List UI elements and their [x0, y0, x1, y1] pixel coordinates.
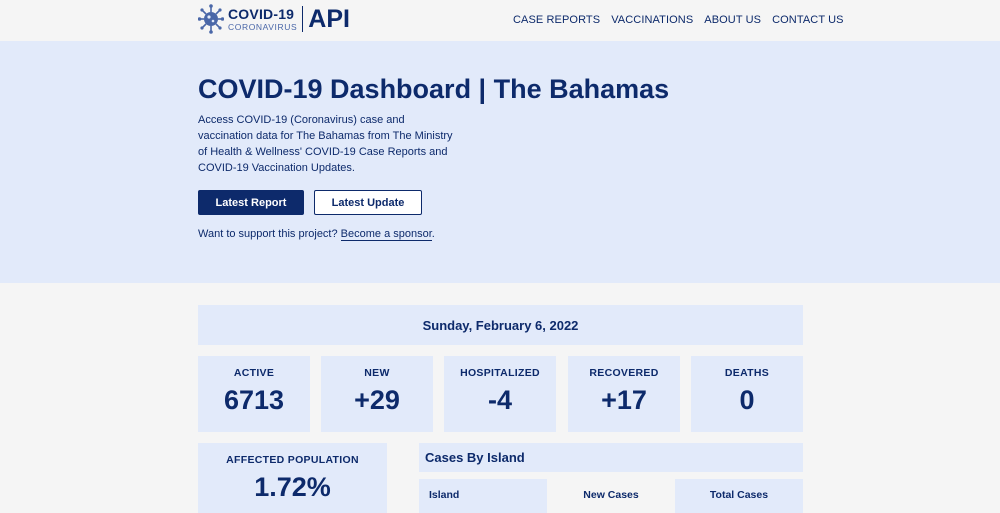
logo-api: API [308, 4, 350, 33]
nav-contact-us[interactable]: CONTACT US [772, 14, 844, 26]
stat-new: NEW +29 [321, 356, 433, 432]
stat-value: -4 [487, 385, 512, 415]
nav-case-reports[interactable]: CASE REPORTS [513, 14, 600, 26]
stat-deaths: DEATHS 0 [691, 356, 803, 432]
support-end: . [431, 228, 435, 240]
affected-population-card: AFFECTED POPULATION 1.72% [198, 443, 387, 513]
logo-subtitle: CORONAVIRUS [228, 21, 298, 32]
hero-description: Access COVID-19 (Coronavirus) case and v… [198, 114, 453, 174]
column-header-total-cases[interactable]: Total Cases [675, 479, 803, 513]
cases-by-island-title: Cases By Island [425, 450, 525, 465]
logo-wordmark: COVID-19 CORONAVIRUS [228, 7, 297, 32]
column-header-new-cases[interactable]: New Cases [547, 479, 675, 513]
hero-section: COVID-19 Dashboard | The Bahamas Access … [0, 41, 1000, 283]
stat-recovered: RECOVERED +17 [568, 356, 680, 432]
report-date: Sunday, February 6, 2022 [198, 305, 803, 345]
stat-hospitalized: HOSPITALIZED -4 [444, 356, 556, 432]
nav-vaccinations[interactable]: VACCINATIONS [611, 14, 693, 26]
stat-value: +29 [354, 385, 400, 415]
become-sponsor-link[interactable]: Become a sponsor [340, 228, 432, 241]
logo-divider [302, 6, 304, 32]
page-title: COVID-19 Dashboard | The Bahamas [198, 74, 670, 104]
column-header-island[interactable]: Island [419, 479, 547, 513]
affected-label: AFFECTED POPULATION [226, 454, 359, 466]
latest-update-button[interactable]: Latest Update [314, 190, 422, 215]
stat-label: ACTIVE [233, 367, 275, 379]
support-prompt: Want to support this project? [198, 228, 338, 240]
site-logo[interactable]: COVID-19 CORONAVIRUS API [198, 4, 350, 34]
top-bar: COVID-19 CORONAVIRUS API CASE REPORTS VA… [0, 0, 1000, 41]
affected-value: 1.72% [254, 472, 331, 502]
latest-report-button[interactable]: Latest Report [198, 190, 304, 215]
logo-title: COVID-19 [228, 5, 295, 22]
stat-label: RECOVERED [589, 367, 659, 379]
cases-by-island-header: Cases By Island [419, 443, 803, 472]
support-text: Want to support this project? Become a s… [198, 228, 435, 241]
stat-value: 0 [739, 385, 755, 415]
stat-label: DEATHS [724, 367, 770, 379]
stat-value: 6713 [223, 385, 285, 415]
nav-about-us[interactable]: ABOUT US [704, 14, 761, 26]
stat-label: HOSPITALIZED [460, 367, 540, 379]
main-nav: CASE REPORTS VACCINATIONS ABOUT US CONTA… [513, 14, 855, 26]
stat-value: +17 [601, 385, 647, 415]
virus-icon [198, 4, 224, 34]
stat-active: ACTIVE 6713 [198, 356, 310, 432]
stat-label: NEW [364, 367, 390, 379]
